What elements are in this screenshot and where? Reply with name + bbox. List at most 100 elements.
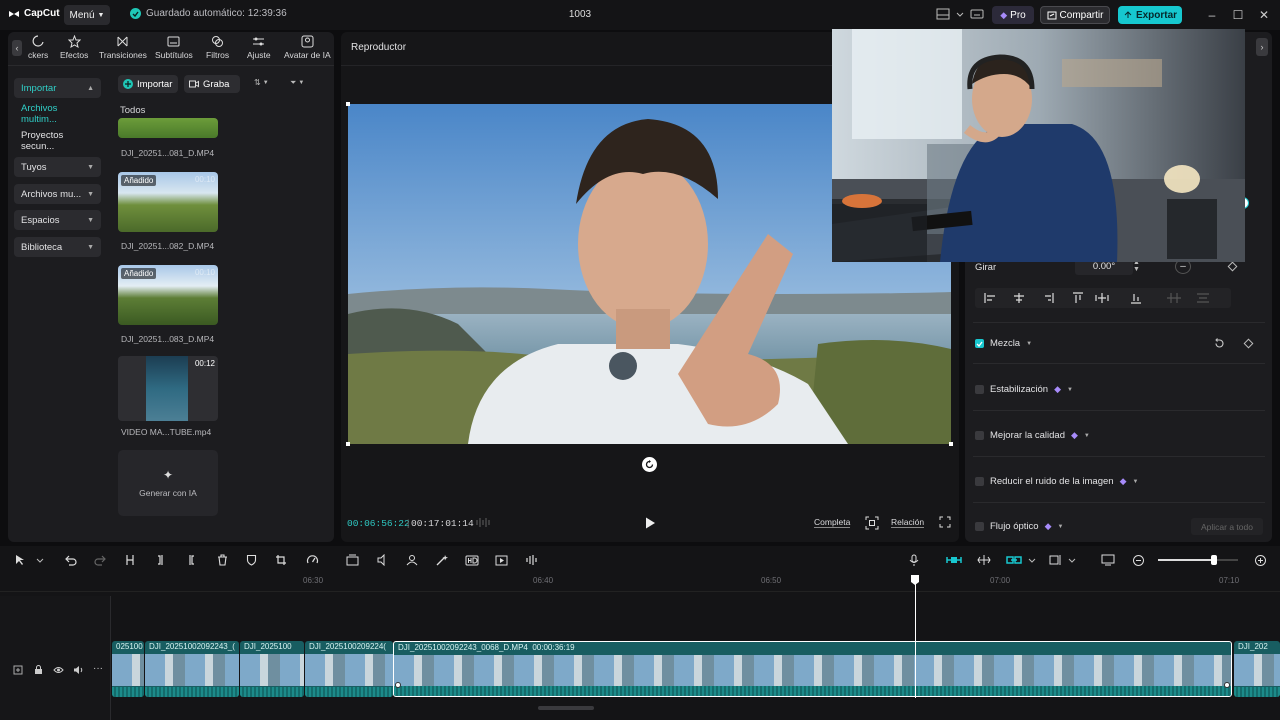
reset-icon[interactable]	[1214, 338, 1225, 349]
resize-handle[interactable]	[346, 442, 350, 446]
aspect-ratio-button[interactable]: Relación	[891, 517, 925, 528]
sort-button[interactable]: ⇅ ▼	[254, 78, 269, 87]
sidebar-item-media-files[interactable]: Archivos multim...	[14, 103, 101, 125]
audio-wave-icon[interactable]	[524, 553, 540, 567]
layout-icon[interactable]	[936, 8, 950, 20]
keyframe-handle-left[interactable]	[395, 682, 401, 688]
lock-icon[interactable]	[34, 665, 43, 675]
split-icon[interactable]	[122, 553, 138, 567]
chevron-right-icon[interactable]: ›	[1256, 38, 1268, 56]
resize-handle[interactable]	[346, 102, 350, 106]
select-tool-icon[interactable]	[12, 553, 28, 567]
zoom-in-icon[interactable]	[1252, 553, 1268, 567]
chevron-down-icon[interactable]	[956, 8, 970, 20]
close-icon[interactable]: ✕	[1256, 7, 1272, 23]
keyframe-handle-right[interactable]	[1224, 682, 1230, 688]
rotate-handle[interactable]	[642, 457, 657, 472]
crop-icon[interactable]	[273, 553, 289, 567]
timeline-clip[interactable]: DJI_202	[1234, 641, 1280, 697]
play-button[interactable]	[643, 516, 657, 530]
trim-left-icon[interactable]	[153, 553, 169, 567]
sidebar-item-media-archive[interactable]: Archivos mu... ▼	[14, 184, 101, 204]
chevron-left-icon[interactable]: ‹	[12, 40, 22, 56]
export-button[interactable]: Exportar	[1118, 6, 1182, 24]
share-button[interactable]: Compartir	[1040, 6, 1110, 24]
media-item[interactable]: Añadido 00:10	[118, 265, 218, 325]
link-icon[interactable]	[1006, 553, 1022, 567]
tab-filters[interactable]: Filtros	[206, 35, 229, 60]
volume-icon[interactable]	[73, 665, 84, 675]
trim-right-icon[interactable]	[183, 553, 199, 567]
shield-icon[interactable]	[243, 553, 259, 567]
waveform-icon[interactable]	[475, 517, 493, 528]
mix-row[interactable]: Mezcla ▼	[975, 338, 1032, 349]
keyframe-icon[interactable]	[1243, 338, 1254, 349]
generate-ai-button[interactable]: ✦ Generar con IA	[118, 450, 218, 516]
media-replace-icon[interactable]	[344, 553, 360, 567]
pro-button[interactable]: ◆ Pro	[992, 6, 1034, 24]
fullscreen-icon[interactable]	[939, 516, 951, 528]
tab-stickers[interactable]: ckers	[28, 35, 48, 60]
video-enhance-icon[interactable]	[494, 553, 510, 567]
undo-icon[interactable]	[62, 553, 78, 567]
media-item[interactable]: Añadido 00:10	[118, 172, 218, 232]
person-ai-icon[interactable]	[404, 553, 420, 567]
media-item[interactable]: 00:12	[118, 356, 218, 421]
resize-handle[interactable]	[949, 442, 953, 446]
sidebar-item-spaces[interactable]: Espacios ▼	[14, 210, 101, 230]
microphone-icon[interactable]	[906, 553, 922, 567]
timeline-clip[interactable]: 025100	[112, 641, 144, 697]
minimize-icon[interactable]: –	[1204, 7, 1220, 23]
timeline-scrollbar[interactable]	[538, 706, 594, 710]
keyboard-icon[interactable]	[970, 8, 984, 20]
apply-all-button[interactable]: Aplicar a todo	[1191, 518, 1263, 535]
zoom-slider[interactable]	[1158, 555, 1238, 565]
chevron-down-icon[interactable]	[32, 553, 48, 567]
screen-icon[interactable]	[1100, 553, 1116, 567]
tab-effects[interactable]: Efectos	[60, 35, 88, 60]
chevron-down-icon[interactable]	[1024, 553, 1040, 567]
tab-subtitles[interactable]: Subtítulos	[155, 35, 193, 60]
record-button[interactable]: Graba	[184, 75, 240, 93]
tab-ai-avatar[interactable]: Avatar de IA	[284, 35, 331, 60]
keyframe-icon[interactable]	[1227, 261, 1238, 272]
snap-icon[interactable]	[976, 553, 992, 567]
redo-icon[interactable]	[92, 553, 108, 567]
filter-button[interactable]: ⏷ ▼	[290, 78, 304, 88]
delete-icon[interactable]	[214, 553, 230, 567]
sidebar-item-yours[interactable]: Tuyos ▼	[14, 157, 101, 177]
hd-icon[interactable]	[464, 553, 480, 567]
quality-row[interactable]: Mejorar la calidad ◆ ▼	[975, 430, 1090, 441]
optical-flow-row[interactable]: Flujo óptico ◆ ▼	[975, 521, 1063, 532]
quality-checkbox[interactable]	[975, 431, 984, 440]
stabilization-row[interactable]: Estabilización ◆ ▼	[975, 384, 1073, 395]
chevron-down-icon[interactable]	[1064, 553, 1080, 567]
timeline-clip[interactable]: DJI_20251002092243_(	[145, 641, 239, 697]
tab-transitions[interactable]: Transiciones	[99, 35, 147, 60]
sidebar-item-secondary-projects[interactable]: Proyectos secun...	[14, 130, 101, 152]
preview-axis-icon[interactable]	[1048, 553, 1064, 567]
timeline-clip-selected[interactable]: DJI_20251002092243_0068_D.MP4 00:00:36:1…	[393, 641, 1232, 697]
audio-split-icon[interactable]	[374, 553, 390, 567]
menu-button[interactable]: Menú ▼	[64, 5, 110, 25]
speed-icon[interactable]	[304, 553, 320, 567]
maximize-icon[interactable]: ☐	[1230, 7, 1246, 23]
mix-checkbox[interactable]	[975, 339, 984, 348]
more-icon[interactable]: ···	[93, 663, 103, 674]
zoom-slider-thumb[interactable]	[1211, 555, 1217, 565]
eye-icon[interactable]	[53, 665, 64, 675]
magic-wand-icon[interactable]	[434, 553, 450, 567]
track-cover-icon[interactable]	[13, 665, 23, 675]
noise-row[interactable]: Reducir el ruido de la imagen ◆ ▼	[975, 476, 1138, 487]
focus-icon[interactable]	[865, 516, 879, 530]
optical-flow-checkbox[interactable]	[975, 522, 984, 531]
timeline-clip[interactable]: DJI_2025100209224(	[305, 641, 393, 697]
media-item[interactable]	[118, 118, 218, 138]
noise-checkbox[interactable]	[975, 477, 984, 486]
zoom-out-icon[interactable]	[1130, 553, 1146, 567]
stabilization-checkbox[interactable]	[975, 385, 984, 394]
full-view-button[interactable]: Completa	[814, 517, 851, 528]
magnet-link-icon[interactable]	[946, 553, 962, 567]
sidebar-item-library[interactable]: Biblioteca ▼	[14, 237, 101, 257]
sidebar-item-import[interactable]: Importar ▲	[14, 78, 101, 98]
